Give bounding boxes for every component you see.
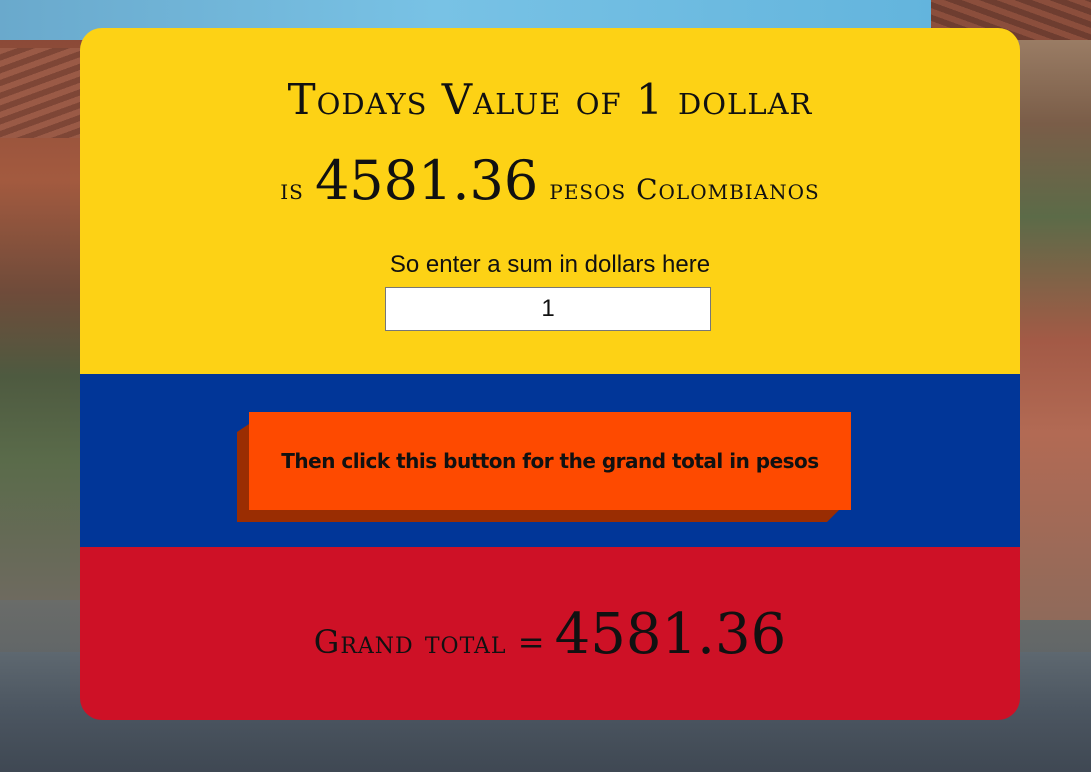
grand-total-label: Grand total = — [313, 623, 546, 661]
converter-card: Todays Value of 1 dollar is 4581.36 peso… — [80, 28, 1020, 720]
page-title: Todays Value of 1 dollar — [287, 75, 813, 124]
rate-value: 4581.36 — [314, 149, 539, 212]
amount-prompt: So enter a sum in dollars here — [389, 251, 711, 278]
dollar-amount-input[interactable] — [385, 287, 711, 331]
grand-total-value: 4581.36 — [554, 602, 787, 667]
background-roof-left — [0, 48, 90, 138]
exchange-rate-line: is 4581.36 pesos Colombianos — [80, 146, 1020, 229]
calculate-total-button[interactable]: Then click this button for the grand tot… — [249, 412, 851, 510]
grand-total-line: Grand total = 4581.36 — [80, 600, 1020, 683]
rate-prefix: is — [280, 173, 304, 206]
rate-suffix: pesos Colombianos — [549, 173, 820, 206]
